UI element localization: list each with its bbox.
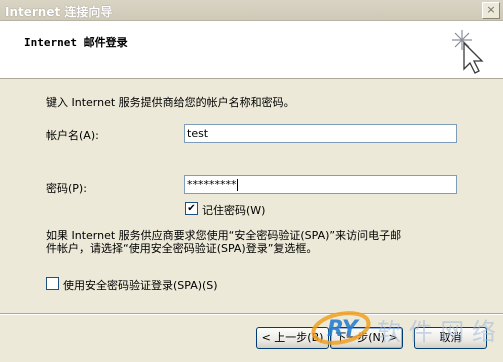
- account-name-label: 帐户名(A):: [46, 129, 99, 142]
- password-input[interactable]: *********: [184, 175, 457, 194]
- close-button[interactable]: ×: [482, 2, 500, 19]
- spa-login-checkbox[interactable]: [46, 277, 59, 290]
- spa-note-line2: 件帐户，请选择“使用安全密码验证(SPA)登录”复选框。: [46, 242, 318, 255]
- password-label: 密码(P):: [46, 182, 87, 195]
- title-bar[interactable]: Internet 连接向导 ×: [0, 0, 503, 21]
- remember-password-label[interactable]: 记住密码(W): [202, 202, 265, 218]
- window-title: Internet 连接向导: [5, 5, 113, 19]
- wizard-sparkle-cursor-icon: [452, 30, 484, 74]
- page-heading: Internet 邮件登录: [24, 36, 128, 49]
- footer-divider: [0, 313, 503, 315]
- cancel-button[interactable]: 取消: [414, 327, 487, 349]
- text-caret: [236, 179, 238, 191]
- spa-login-label[interactable]: 使用安全密码验证登录(SPA)(S): [63, 277, 218, 293]
- password-masked-value: *********: [187, 178, 237, 191]
- next-button[interactable]: 下一步(N) >: [330, 327, 403, 349]
- intro-text: 键入 Internet 服务提供商给您的帐户名称和密码。: [46, 96, 295, 109]
- checkmark-icon: ✔: [187, 203, 196, 214]
- remember-password-checkbox[interactable]: ✔: [185, 202, 198, 215]
- back-button[interactable]: < 上一步(B): [256, 327, 329, 349]
- wizard-header: Internet 邮件登录: [0, 21, 503, 79]
- account-name-input[interactable]: test: [184, 124, 457, 143]
